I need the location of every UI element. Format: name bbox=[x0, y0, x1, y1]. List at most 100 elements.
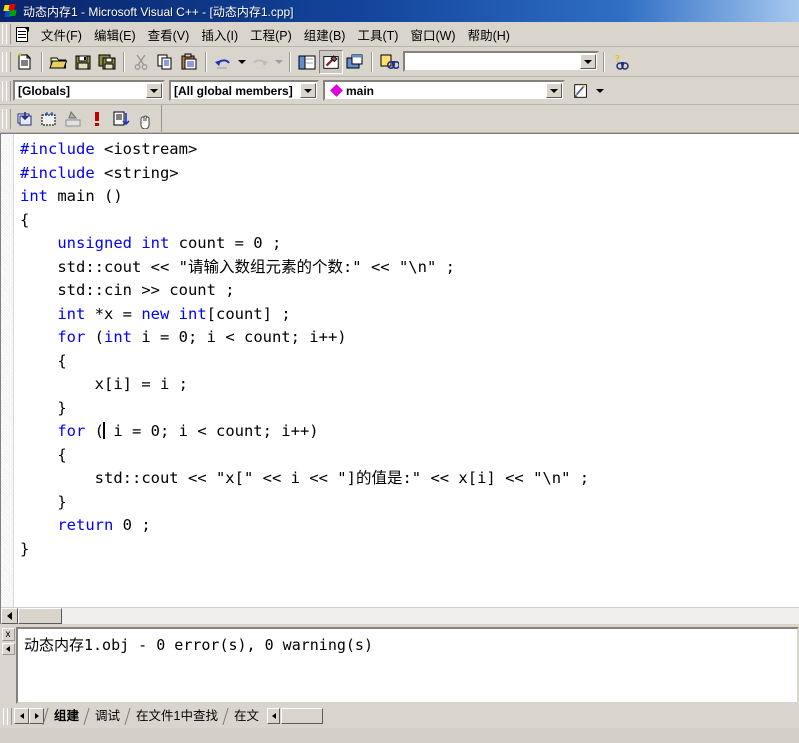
code-text: std::cout << "请输入数组元素的个数:" << "\n" ; bbox=[20, 257, 455, 276]
output-pane-tab-bar: 组建 调试 在文件1中查找 在文 bbox=[0, 704, 799, 728]
go-icon[interactable] bbox=[109, 107, 133, 131]
find-dropdown-arrow-icon[interactable] bbox=[580, 54, 596, 69]
function-combo[interactable]: main bbox=[323, 80, 565, 101]
cut-scissors-icon[interactable] bbox=[129, 50, 153, 74]
tab-overflow-left-icon[interactable] bbox=[267, 708, 280, 724]
find-in-files-icon[interactable] bbox=[377, 50, 401, 74]
toolbar-separator bbox=[123, 51, 125, 72]
code-text: <iostream> bbox=[94, 140, 198, 158]
output-text-box[interactable]: 动态内存1.obj - 0 error(s), 0 warning(s) bbox=[16, 627, 799, 704]
save-icon[interactable] bbox=[71, 50, 95, 74]
code-line: x[i] = i ; bbox=[20, 373, 799, 397]
source-editor-window: #include <iostream> #include <string> int … bbox=[0, 133, 799, 624]
menu-item-tools[interactable]: 工具(T) bbox=[351, 22, 404, 47]
toolbar-separator bbox=[371, 51, 373, 72]
code-text: { bbox=[20, 351, 67, 370]
standard-toolbar-drag-handle[interactable] bbox=[2, 51, 11, 72]
menu-item-window[interactable]: 窗口(W) bbox=[404, 22, 461, 47]
new-document-icon[interactable] bbox=[13, 50, 37, 74]
window-title-bar: 动态内存1 - Microsoft Visual C++ - [动态内存1.cp… bbox=[0, 0, 799, 22]
code-text: { bbox=[20, 445, 67, 464]
code-text: i = 0; i < count; i++) bbox=[132, 328, 347, 346]
build-toolbar-filler bbox=[161, 105, 799, 132]
code-keyword: new bbox=[141, 304, 170, 323]
code-keyword: int bbox=[57, 304, 86, 323]
build-toolbar-drag-handle[interactable] bbox=[2, 108, 11, 129]
wizardbar-dropdown-icon[interactable] bbox=[593, 79, 606, 103]
open-folder-icon[interactable] bbox=[47, 50, 71, 74]
code-text: count = 0 ; bbox=[169, 234, 282, 252]
class-combo-arrow-icon[interactable] bbox=[146, 83, 162, 98]
undo-icon[interactable] bbox=[211, 50, 235, 74]
tab-find-in-files-2[interactable]: 在文 bbox=[225, 707, 266, 726]
window-list-icon[interactable] bbox=[343, 50, 367, 74]
find-input-container[interactable] bbox=[403, 51, 599, 72]
document-control-icon[interactable] bbox=[14, 26, 31, 43]
members-combo-arrow-icon[interactable] bbox=[300, 83, 316, 98]
member-diamond-icon bbox=[330, 84, 343, 97]
editor-body[interactable]: #include <iostream> #include <string> int … bbox=[1, 134, 799, 607]
tab-scroll-left-icon[interactable] bbox=[14, 708, 29, 724]
code-keyword: int bbox=[20, 187, 48, 205]
code-line: { bbox=[20, 350, 799, 374]
code-line: return 0 ; bbox=[20, 514, 799, 538]
insert-breakpoint-icon[interactable] bbox=[133, 107, 157, 131]
menu-item-project[interactable]: 工程(P) bbox=[244, 22, 298, 47]
toolbar-separator bbox=[603, 51, 605, 72]
code-text: std::cin >> count ; bbox=[20, 281, 235, 299]
copy-icon[interactable] bbox=[153, 50, 177, 74]
code-line: #include <iostream> bbox=[20, 138, 799, 162]
output-scroll-up-icon[interactable] bbox=[1, 643, 15, 655]
tab-build[interactable]: 组建 bbox=[45, 707, 86, 726]
code-keyword: return bbox=[57, 516, 114, 534]
build-icon[interactable] bbox=[37, 107, 61, 131]
code-keyword: int bbox=[178, 304, 207, 323]
redo-dropdown-icon[interactable] bbox=[272, 50, 285, 74]
code-text: i = 0; i < count; i++) bbox=[104, 422, 319, 440]
members-combo[interactable]: [All global members] bbox=[169, 80, 319, 101]
class-combo[interactable]: [Globals] bbox=[13, 80, 165, 101]
tab-bar-end-controls bbox=[267, 708, 323, 724]
workspace-icon[interactable] bbox=[295, 50, 319, 74]
save-all-icon[interactable] bbox=[95, 50, 119, 74]
menu-item-insert[interactable]: 插入(I) bbox=[195, 22, 244, 47]
output-window-icon[interactable] bbox=[319, 49, 343, 74]
execute-icon[interactable] bbox=[85, 107, 109, 131]
close-icon[interactable]: x bbox=[1, 628, 15, 641]
scrollbar-track[interactable] bbox=[62, 608, 799, 624]
code-text: *x = bbox=[85, 304, 142, 323]
wizardbar-actions-icon[interactable] bbox=[569, 79, 593, 103]
redo-icon[interactable] bbox=[248, 50, 272, 74]
code-text: ( bbox=[85, 422, 104, 440]
function-combo-arrow-icon[interactable] bbox=[546, 83, 562, 98]
undo-dropdown-icon[interactable] bbox=[235, 50, 248, 74]
tab-find-in-files-1[interactable]: 在文件1中查找 bbox=[127, 707, 225, 726]
scroll-left-arrow-icon[interactable] bbox=[1, 608, 18, 624]
editor-selection-margin[interactable] bbox=[1, 134, 14, 607]
editor-horizontal-scrollbar[interactable] bbox=[1, 607, 799, 624]
stop-build-icon[interactable] bbox=[61, 107, 85, 131]
menu-item-view[interactable]: 查看(V) bbox=[142, 22, 196, 47]
menu-item-edit[interactable]: 编辑(E) bbox=[88, 22, 142, 47]
scrollbar-thumb[interactable] bbox=[18, 608, 62, 624]
menu-bar-drag-handle[interactable] bbox=[2, 24, 11, 44]
tab-bar-drag-handle[interactable] bbox=[3, 707, 12, 725]
compile-icon[interactable] bbox=[13, 107, 37, 131]
menu-item-build[interactable]: 组建(B) bbox=[298, 22, 352, 47]
paste-icon[interactable] bbox=[177, 50, 201, 74]
code-text: } bbox=[20, 539, 30, 558]
menu-item-file[interactable]: 文件(F) bbox=[35, 22, 88, 47]
find-help-icon[interactable]: ? bbox=[609, 50, 633, 74]
tab-debug[interactable]: 调试 bbox=[86, 707, 127, 726]
code-line: } bbox=[20, 491, 799, 515]
standard-toolbar: ? bbox=[0, 47, 799, 77]
menu-item-help[interactable]: 帮助(H) bbox=[462, 22, 516, 47]
code-line: { bbox=[20, 444, 799, 468]
code-text-area[interactable]: #include <iostream> #include <string> int … bbox=[14, 134, 799, 607]
tab-scroll-right-icon[interactable] bbox=[29, 708, 44, 724]
wizard-bar-drag-handle[interactable] bbox=[2, 80, 11, 101]
